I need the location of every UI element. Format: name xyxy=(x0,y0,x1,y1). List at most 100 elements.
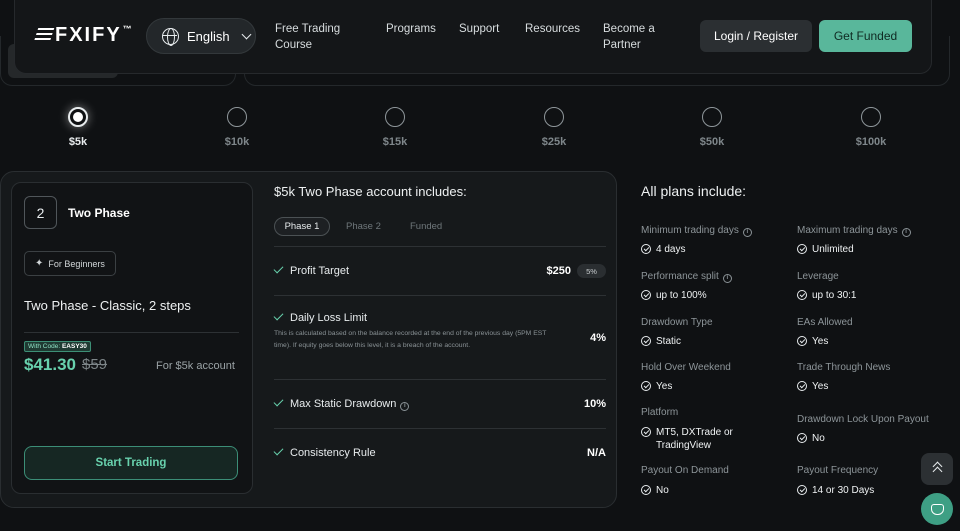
size-option-10k[interactable]: $10k xyxy=(207,107,267,148)
spec-value-text: No xyxy=(812,433,825,444)
rule-label: Max Static Drawdown xyxy=(290,398,397,410)
size-label: $100k xyxy=(855,136,887,148)
percent-pill: 5% xyxy=(577,264,606,278)
all-plans-title: All plans include: xyxy=(641,183,747,199)
spec-value-text: No xyxy=(656,485,669,496)
size-label: $50k xyxy=(699,136,725,148)
promo-code-badge: With Code: EASY30 xyxy=(24,341,91,352)
check-circle-icon xyxy=(641,427,651,437)
spec-label: Hold Over Weekend xyxy=(641,362,731,373)
spec-value: MT5, DXTrade or TradingView xyxy=(641,426,761,452)
radio[interactable] xyxy=(385,107,405,127)
rule-value: 10% xyxy=(583,398,606,410)
info-icon[interactable]: i xyxy=(400,402,410,411)
spec-value: No xyxy=(641,484,669,497)
rule-consistency: Consistency Rule xyxy=(273,445,376,459)
plan-name: Two Phase xyxy=(68,206,130,220)
rule-max-static-drawdown: Max Static Drawdown i xyxy=(273,396,410,411)
spec-value: Yes xyxy=(641,380,672,393)
size-label: $15k xyxy=(382,136,408,148)
spec-label: Payout On Demand xyxy=(641,465,729,476)
check-circle-icon xyxy=(641,485,651,495)
radio[interactable] xyxy=(227,107,247,127)
info-icon[interactable]: i xyxy=(901,228,911,237)
radio-selected[interactable] xyxy=(68,107,88,127)
spec-label-text: Maximum trading days xyxy=(797,225,898,236)
spec-label: Drawdown Lock Upon Payout xyxy=(797,414,929,425)
spec-label: Payout Frequency xyxy=(797,465,879,476)
spec-value-text: Yes xyxy=(812,381,829,392)
check-circle-icon xyxy=(641,244,651,254)
plan-number-badge: 2 xyxy=(24,196,57,229)
tab-phase-2[interactable]: Phase 2 xyxy=(346,217,381,236)
tab-funded[interactable]: Funded xyxy=(410,217,442,236)
spec-label-text: Minimum trading days xyxy=(641,225,739,236)
spec-value: No xyxy=(797,432,825,445)
price-note: For $5k account xyxy=(156,360,235,372)
start-trading-button[interactable]: Start Trading xyxy=(24,446,238,480)
spec-label: Maximum trading days i xyxy=(797,224,911,237)
includes-title: $5k Two Phase account includes: xyxy=(274,184,467,199)
spec-value-text: 14 or 30 Days xyxy=(812,485,875,496)
size-option-25k[interactable]: $25k xyxy=(524,107,584,148)
language-selector[interactable]: English xyxy=(146,18,256,54)
login-register-button[interactable]: Login / Register xyxy=(700,20,812,52)
divider xyxy=(274,428,606,429)
spec-value-text: MT5, DXTrade or TradingView xyxy=(656,427,733,451)
spec-value: up to 100% xyxy=(641,289,707,302)
promo-code-prefix: With Code: xyxy=(28,343,61,350)
info-icon[interactable]: i xyxy=(742,228,752,237)
nav-link-support[interactable]: Support xyxy=(459,21,499,37)
radio[interactable] xyxy=(544,107,564,127)
spec-value-text: up to 30:1 xyxy=(812,290,857,301)
info-icon[interactable]: i xyxy=(722,274,732,283)
rule-label: Daily Loss Limit xyxy=(290,312,368,324)
check-circle-icon xyxy=(641,290,651,300)
tag-label: For Beginners xyxy=(48,258,105,269)
get-funded-button[interactable]: Get Funded xyxy=(819,20,912,52)
promo-code: EASY30 xyxy=(61,343,87,350)
chat-button[interactable] xyxy=(921,493,953,525)
nav-link-programs[interactable]: Programs xyxy=(386,21,436,37)
spec-label: Leverage xyxy=(797,271,839,282)
chat-icon xyxy=(930,503,944,515)
check-circle-icon xyxy=(797,244,807,254)
divider xyxy=(274,379,606,380)
radio[interactable] xyxy=(702,107,722,127)
sparkle-icon: ✦ xyxy=(35,258,44,269)
check-icon xyxy=(273,263,284,274)
discounted-price: $41.30 xyxy=(24,355,76,374)
check-icon xyxy=(273,396,284,407)
spec-label: Minimum trading days i xyxy=(641,224,752,237)
size-option-15k[interactable]: $15k xyxy=(365,107,425,148)
spec-label: EAs Allowed xyxy=(797,317,853,328)
nav-link-become-a-partner[interactable]: Become a Partner xyxy=(603,21,665,53)
spec-value: up to 30:1 xyxy=(797,289,856,302)
spec-value: Unlimited xyxy=(797,243,854,256)
scroll-to-top-button[interactable] xyxy=(921,453,953,485)
language-label: English xyxy=(187,28,230,44)
size-label: $25k xyxy=(541,136,567,148)
logo-stripes-icon xyxy=(33,28,55,42)
logo-text: FXIFY xyxy=(55,24,122,46)
spec-value-text: Unlimited xyxy=(812,244,854,255)
check-circle-icon xyxy=(797,485,807,495)
tab-phase-1[interactable]: Phase 1 xyxy=(274,217,330,236)
fxify-logo[interactable]: FXIFY™ xyxy=(33,24,134,47)
plan-description: Two Phase - Classic, 2 steps xyxy=(24,298,191,313)
spec-label: Trade Through News xyxy=(797,362,891,373)
size-option-50k[interactable]: $50k xyxy=(682,107,742,148)
chevron-down-icon xyxy=(241,29,252,39)
nav-link-resources[interactable]: Resources xyxy=(525,21,580,37)
size-option-5k[interactable]: $5k xyxy=(48,107,108,148)
nav-link-free-trading-course[interactable]: Free Trading Course xyxy=(275,21,355,53)
check-icon xyxy=(273,310,284,321)
spec-value: Yes xyxy=(797,335,828,348)
spec-value-text: Yes xyxy=(656,381,673,392)
radio[interactable] xyxy=(861,107,881,127)
divider xyxy=(274,246,606,247)
spec-label: Drawdown Type xyxy=(641,317,713,328)
check-circle-icon xyxy=(641,336,651,346)
check-circle-icon xyxy=(797,336,807,346)
size-option-100k[interactable]: $100k xyxy=(841,107,901,148)
